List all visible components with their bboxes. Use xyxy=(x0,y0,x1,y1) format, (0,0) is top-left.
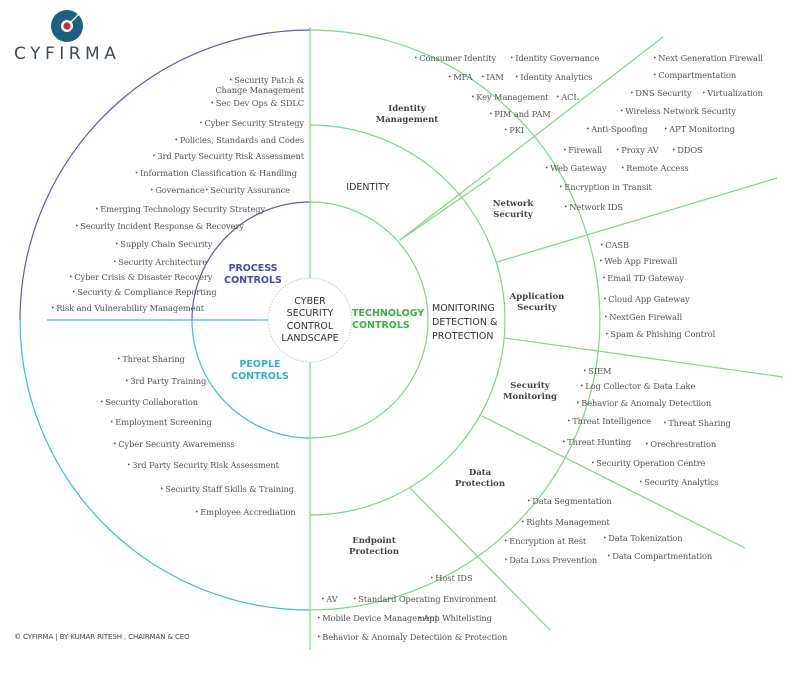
network-item: Anti-Spoofing xyxy=(586,125,647,134)
endpoint-item: Host IDS xyxy=(430,574,472,583)
identity-item: PIM and PAM xyxy=(489,110,551,119)
data-protection-item: Data Tokenization xyxy=(603,534,682,543)
monitoring-item: Threat Hunting xyxy=(562,438,631,447)
process-item: Cyber Security Strategy xyxy=(199,119,304,128)
network-item: Compartmentation xyxy=(653,71,736,80)
network-item: Virtualization xyxy=(702,89,763,98)
data-protection-item: Data Segmentation xyxy=(527,497,612,506)
network-item: Proxy AV xyxy=(616,146,658,155)
segment-application-security: Application Security xyxy=(509,292,565,313)
people-item: Threat Sharing xyxy=(117,355,185,364)
people-item: Employee Accrediation xyxy=(195,508,295,517)
people-controls-label: PEOPLE CONTROLS xyxy=(231,359,289,383)
technology-controls-label: TECHNOLOGY CONTROLS xyxy=(352,308,425,332)
identity-item: Identity Analytics xyxy=(515,73,592,82)
process-item: Risk and Vulnerability Management xyxy=(51,304,204,313)
identity-item: Key Management xyxy=(471,93,548,102)
monitoring-item: Log Collector & Data Lake xyxy=(580,382,695,391)
footer-credit: © CYFIRMA | BY KUMAR RITESH , CHAIRMAN &… xyxy=(14,633,190,641)
network-item: Encryption in Transit xyxy=(559,183,652,192)
monitoring-item: Behavior & Anomaly Detectiion xyxy=(576,399,711,408)
segment-network-security: Network Security xyxy=(492,199,534,220)
application-item: Spam & Phishing Control xyxy=(605,330,715,339)
process-item: Security Incident Response & Recovery xyxy=(75,222,244,231)
center-label: CYBER SECURITY CONTROL LANDSCAPE xyxy=(281,296,339,345)
process-item: Information Classification & Handling xyxy=(135,169,297,178)
process-item: Emerging Technology Security Strategy xyxy=(95,205,265,214)
identity-item: PKI xyxy=(504,126,524,135)
identity-label: IDENTITY xyxy=(346,182,390,193)
application-item: CASB xyxy=(600,241,629,250)
endpoint-item: App Whitelisting xyxy=(418,614,492,623)
landscape-diagram xyxy=(19,10,784,650)
identity-item: IAM xyxy=(481,73,504,82)
network-item: DNS Security xyxy=(630,89,691,98)
network-item: Wireless Network Security xyxy=(620,107,736,116)
network-item: Firewall xyxy=(563,146,602,155)
application-item: Web App Firewall xyxy=(599,257,677,266)
process-controls-label: PROCESS CONTROLS xyxy=(224,263,282,287)
application-item: NextGen Firewall xyxy=(604,313,682,322)
application-item: Cloud App Gateway xyxy=(603,295,690,304)
target-disc-icon xyxy=(51,10,83,42)
endpoint-item: Behavior & Anomaly Detectiion & Protecti… xyxy=(317,633,507,642)
monitoring-item: Orechrestration xyxy=(645,440,716,449)
people-item: Employment Screening xyxy=(110,418,212,427)
monitoring-item: Threat Sharing xyxy=(663,419,731,428)
network-item: Next Generation Firewall xyxy=(653,54,763,63)
segment-endpoint-protection: Endpoint Protection xyxy=(348,536,400,557)
segment-identity-management: Identity Management xyxy=(375,104,439,125)
process-item: Policies, Standards and Codes xyxy=(175,136,304,145)
monitoring-item: Security Analytics xyxy=(639,478,719,487)
process-item: Governance xyxy=(150,186,204,195)
identity-monitoring-divider xyxy=(399,177,491,241)
monitoring-item: SIEM xyxy=(583,367,611,376)
identity-item: Consumer Identity xyxy=(414,54,496,63)
network-item: Web Gateway xyxy=(545,164,606,173)
network-item: DDOS xyxy=(672,146,702,155)
network-item: Network IDS xyxy=(564,203,623,212)
people-item: Security Collaboration xyxy=(100,398,198,407)
identity-item: ACL xyxy=(556,93,579,102)
process-item: Cyber Crisis & Disaster Recovery xyxy=(69,273,212,282)
segment-data-protection: Data Protection xyxy=(454,468,506,489)
data-protection-item: Encryption at Rest xyxy=(504,537,586,546)
network-item: APT Monitoring xyxy=(664,125,735,134)
people-item: 3rd Party Training xyxy=(125,377,206,386)
endpoint-item: AV xyxy=(321,595,337,604)
data-protection-item: Rights Management xyxy=(521,518,610,527)
people-item: 3rd Party Security Risk Assessment xyxy=(127,461,279,470)
monitoring-item: Security Operation Centre xyxy=(591,459,705,468)
application-item: Email TD Gateway xyxy=(602,274,684,283)
process-item: Security Patch & Change Management xyxy=(215,75,304,96)
endpoint-item: Standard Operating Environment xyxy=(353,595,496,604)
data-protection-item: Data Loss Prevention xyxy=(504,556,597,565)
process-item: Security Assurance xyxy=(205,186,290,195)
spoke-application-monitoring xyxy=(504,337,784,378)
process-item: Sec Dev Ops & SDLC xyxy=(211,99,304,108)
process-item: Security & Compliance Reporting xyxy=(72,288,216,297)
identity-item: MFA xyxy=(448,73,472,82)
data-protection-item: Data Compartmentation xyxy=(607,552,712,561)
people-item: Cyber Security Awaremenss xyxy=(113,440,235,449)
process-item: 3rd Party Security Risk Assessment xyxy=(152,152,304,161)
brand-name: CYFIRMA xyxy=(14,44,121,64)
monitoring-item: Threat Intelligence xyxy=(567,417,651,426)
network-item: Remote Access xyxy=(621,164,688,173)
identity-item: Identity Governance xyxy=(510,54,599,63)
segment-security-monitoring: Security Monitoring xyxy=(503,381,557,402)
process-item: Supply Chain Security xyxy=(115,240,212,249)
people-item: Security Staff Skills & Training xyxy=(160,485,294,494)
process-item: Security Architecture xyxy=(113,258,207,267)
